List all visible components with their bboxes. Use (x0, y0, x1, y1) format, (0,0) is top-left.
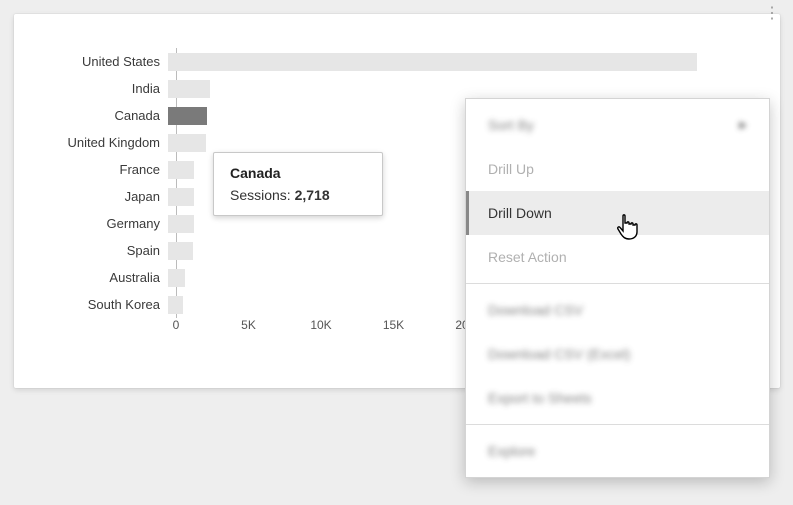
menu-item-download-csv-excel-[interactable]: Download CSV (Excel) (466, 332, 769, 376)
menu-item-reset-action: Reset Action (466, 235, 769, 279)
tooltip: Canada Sessions: 2,718 (213, 152, 383, 216)
bar-label: France (36, 162, 168, 177)
context-menu[interactable]: Sort By ▶ Drill Up Drill Down Reset Action Do… (465, 98, 770, 478)
tooltip-row: Sessions: 2,718 (230, 187, 366, 203)
bar[interactable] (168, 242, 193, 260)
menu-item-sort-by[interactable]: Sort By ▶ (466, 103, 769, 147)
bar-label: Japan (36, 189, 168, 204)
menu-item-label: Drill Up (488, 161, 534, 177)
menu-item-label: Sort By (488, 117, 534, 133)
menu-item-export-to-sheets[interactable]: Export to Sheets (466, 376, 769, 420)
bar-track (168, 53, 756, 71)
menu-item-label: Export to Sheets (488, 390, 592, 406)
bar[interactable] (168, 107, 207, 125)
menu-item-explore[interactable]: Explore (466, 429, 769, 473)
bar[interactable] (168, 188, 194, 206)
card-options-icon[interactable]: ⋮ (762, 4, 782, 24)
bar[interactable] (168, 215, 194, 233)
bar[interactable] (168, 80, 210, 98)
tooltip-metric-label: Sessions: (230, 187, 291, 203)
x-tick-label: 10K (310, 318, 331, 332)
bar-label: Germany (36, 216, 168, 231)
menu-item-download-csv[interactable]: Download CSV (466, 288, 769, 332)
menu-item-label: Explore (488, 443, 535, 459)
bar-track (168, 80, 756, 98)
tooltip-value: 2,718 (295, 187, 330, 203)
menu-item-drill-up: Drill Up (466, 147, 769, 191)
x-tick-label: 5K (241, 318, 256, 332)
menu-separator (466, 283, 769, 284)
tooltip-title: Canada (230, 165, 366, 181)
menu-item-label: Download CSV (Excel) (488, 346, 630, 362)
bar-row[interactable]: United States (36, 48, 756, 75)
bar-label: Australia (36, 270, 168, 285)
bar[interactable] (168, 296, 183, 314)
menu-item-label: Download CSV (488, 302, 583, 318)
x-tick-label: 15K (383, 318, 404, 332)
chevron-right-icon: ▶ (739, 120, 747, 131)
bar-label: India (36, 81, 168, 96)
menu-separator (466, 424, 769, 425)
menu-item-label: Drill Down (488, 205, 552, 221)
menu-item-drill-down[interactable]: Drill Down (466, 191, 769, 235)
menu-item-label: Reset Action (488, 249, 567, 265)
bar-label: Canada (36, 108, 168, 123)
x-tick-label: 0 (173, 318, 180, 332)
bar-label: United States (36, 54, 168, 69)
bar-label: South Korea (36, 297, 168, 312)
bar[interactable] (168, 53, 697, 71)
bar[interactable] (168, 269, 185, 287)
bar[interactable] (168, 161, 194, 179)
bar[interactable] (168, 134, 206, 152)
bar-label: Spain (36, 243, 168, 258)
bar-label: United Kingdom (36, 135, 168, 150)
